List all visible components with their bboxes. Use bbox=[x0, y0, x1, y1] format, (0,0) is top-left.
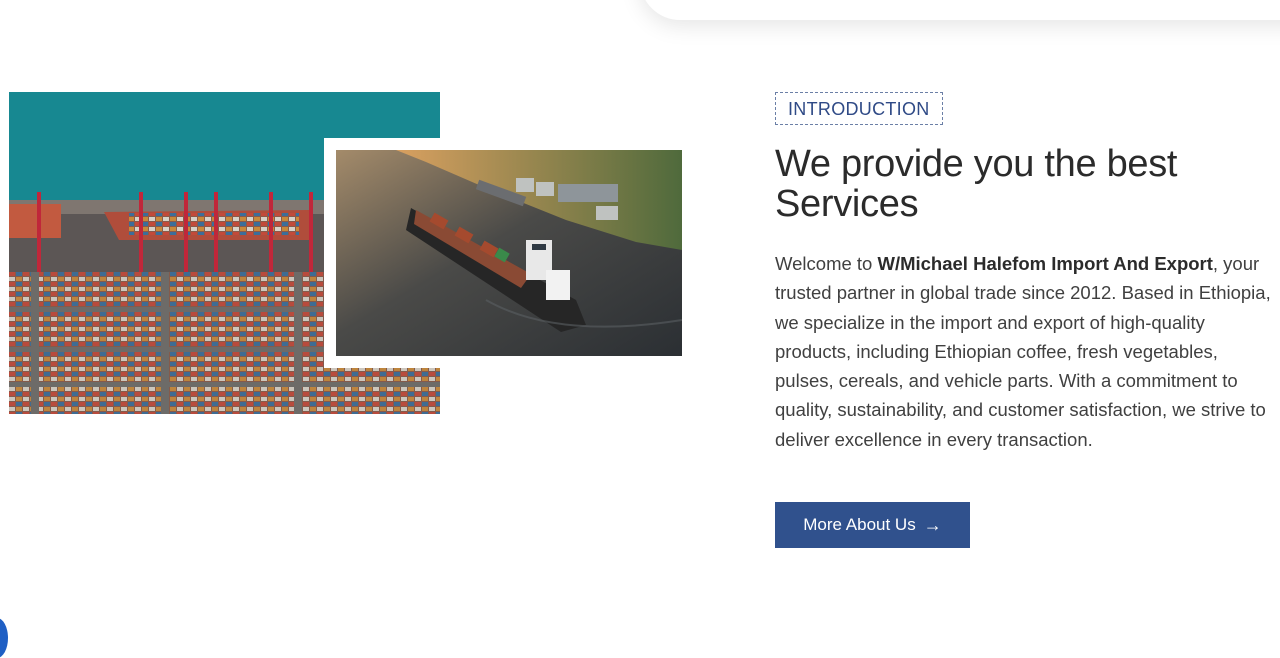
arrow-right-icon: → bbox=[923, 515, 942, 535]
intro-prefix: Welcome to bbox=[775, 253, 878, 274]
chat-widget-icon[interactable] bbox=[0, 618, 8, 658]
cargo-ship-image bbox=[336, 150, 682, 356]
more-about-us-button[interactable]: More About Us → bbox=[775, 502, 970, 548]
section-badge: INTRODUCTION bbox=[775, 92, 943, 125]
intro-body: , your trusted partner in global trade s… bbox=[775, 253, 1271, 450]
ship-image-frame bbox=[324, 138, 694, 368]
intro-paragraph: Welcome to W/Michael Halefom Import And … bbox=[775, 249, 1280, 454]
company-name: W/Michael Halefom Import And Export bbox=[877, 253, 1213, 274]
header-shadow bbox=[640, 0, 1280, 20]
more-about-us-label: More About Us bbox=[803, 515, 916, 534]
section-headline: We provide you the best Services bbox=[775, 143, 1178, 225]
